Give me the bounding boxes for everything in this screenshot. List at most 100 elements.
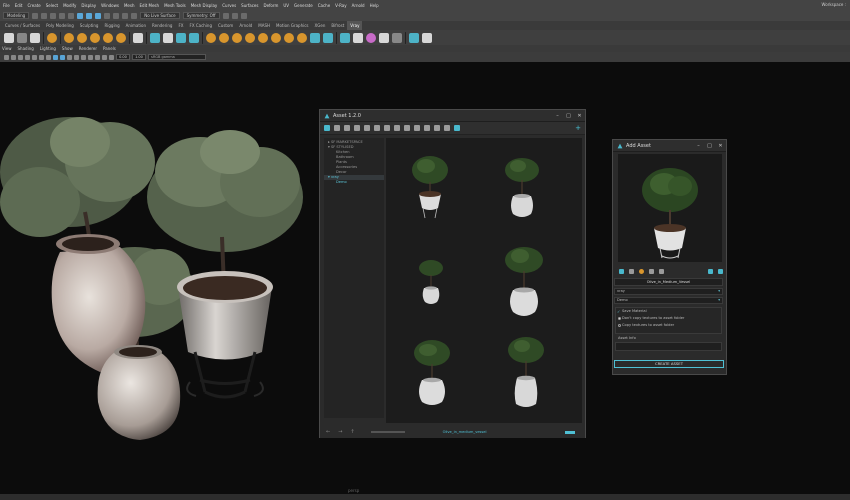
capture-icon[interactable] (619, 268, 624, 274)
save-scene-icon[interactable] (50, 12, 57, 19)
plugin-icon[interactable] (310, 32, 320, 43)
ipr-render-icon[interactable] (231, 12, 238, 19)
menu-windows[interactable]: Windows (101, 3, 119, 8)
fur-icon[interactable] (206, 32, 216, 43)
live-surface-field[interactable]: No Live Surface (140, 12, 180, 19)
layer-icon[interactable] (340, 32, 350, 43)
create-asset-button[interactable]: CREATE ASSET (614, 360, 724, 368)
menu-vray[interactable]: V-Ray (335, 3, 346, 8)
add-asset-plus-icon[interactable]: + (575, 125, 581, 132)
monitor-icon[interactable] (718, 268, 723, 274)
menu-deform[interactable]: Deform (263, 3, 278, 8)
filter-icon[interactable] (444, 125, 450, 131)
menu-generate[interactable]: Generate (294, 3, 313, 8)
menu-mesh-display[interactable]: Mesh Display (191, 3, 218, 8)
camera-icon[interactable] (649, 268, 654, 274)
asset-thumbnail[interactable] (505, 247, 543, 316)
light-icon[interactable] (424, 125, 430, 131)
maximize-button[interactable]: □ (563, 113, 574, 119)
menu-select[interactable]: Select (46, 3, 58, 8)
asset-thumbnail[interactable] (412, 156, 448, 219)
menu-edit-mesh[interactable]: Edit Mesh (140, 3, 160, 8)
cube-icon[interactable] (394, 125, 400, 131)
material-icon[interactable] (189, 32, 199, 43)
color-management-dropdown[interactable]: sRGB gamma (148, 54, 206, 60)
menu-surfaces[interactable]: Surfaces (241, 3, 258, 8)
dome-light-icon[interactable] (64, 32, 74, 43)
panel-menu-show[interactable]: Show (62, 46, 73, 51)
render-icon[interactable] (222, 12, 229, 19)
shelf-tab[interactable]: Rigging (101, 21, 122, 30)
panel-menu-lighting[interactable]: Lighting (40, 46, 56, 51)
snap-curve-icon[interactable] (113, 12, 120, 19)
shelf-tab[interactable]: Animation (123, 21, 149, 30)
redo-icon[interactable] (68, 12, 75, 19)
shelf-tab[interactable]: XGen (312, 21, 329, 30)
decal-icon[interactable] (232, 32, 242, 43)
path-field[interactable] (370, 431, 405, 433)
rect-light-icon[interactable] (47, 32, 57, 43)
menu-mesh[interactable]: Mesh (124, 3, 135, 8)
sphere-icon[interactable] (374, 125, 380, 131)
shelf-tab[interactable]: Arnold (236, 21, 255, 30)
select-by-hierarchy-icon[interactable] (77, 12, 84, 19)
vantage-icon[interactable] (422, 32, 432, 43)
workspace-label[interactable]: Workspace : (822, 2, 846, 7)
minimize-button[interactable]: – (552, 113, 563, 119)
close-button[interactable]: ✕ (715, 143, 726, 149)
shelf-tab[interactable]: Rendering (149, 21, 175, 30)
bookmark-icon[interactable] (18, 54, 23, 60)
tools-icon[interactable] (454, 125, 460, 131)
snap-view-icon[interactable] (131, 12, 138, 19)
asset-thumbnail[interactable] (414, 340, 450, 405)
render-preview-icon[interactable] (639, 268, 644, 274)
mesh-light-icon[interactable] (90, 32, 100, 43)
folder-icon[interactable] (334, 125, 340, 131)
wireframe-icon[interactable] (53, 54, 58, 60)
image-icon[interactable] (629, 268, 634, 274)
menu-create[interactable]: Create (27, 3, 40, 8)
material-library-icon[interactable] (379, 32, 389, 43)
category-dropdown[interactable]: Demo ▾ (614, 297, 723, 304)
grid-view-icon[interactable] (364, 125, 370, 131)
lights-icon[interactable] (74, 54, 79, 60)
back-arrow-icon[interactable]: ← (326, 429, 330, 435)
shelf-tab[interactable]: Poly Modeling (43, 21, 77, 30)
save-material-checkbox[interactable]: ✓ Save Material (616, 308, 721, 315)
forward-arrow-icon[interactable]: → (338, 429, 342, 435)
panel-menu-view[interactable]: View (2, 46, 12, 51)
undo-icon[interactable] (59, 12, 66, 19)
snap-point-icon[interactable] (122, 12, 129, 19)
color-wheel-icon[interactable] (366, 32, 376, 43)
dont-copy-textures-radio[interactable]: Don't copy textures to asset folder (616, 315, 721, 322)
sphere-light-icon[interactable] (77, 32, 87, 43)
shelf-tab[interactable]: Motion Graphics (273, 21, 312, 30)
ambient-occlusion-icon[interactable] (88, 54, 93, 60)
sky-icon[interactable] (297, 32, 307, 43)
proxy-icon[interactable] (133, 32, 143, 43)
menu-help[interactable]: Help (370, 3, 379, 8)
vray-light-icon[interactable] (17, 32, 27, 43)
minimize-button[interactable]: – (693, 143, 704, 149)
panel-menu-panels[interactable]: Panels (103, 46, 116, 51)
select-by-object-icon[interactable] (86, 12, 93, 19)
menu-modify[interactable]: Modify (63, 3, 76, 8)
asset-info-field[interactable] (615, 342, 722, 351)
smooth-shade-icon[interactable] (60, 54, 65, 60)
environment-fog-icon[interactable] (258, 32, 268, 43)
menu-curves[interactable]: Curves (222, 3, 236, 8)
shelf-tab[interactable]: MASH (255, 21, 273, 30)
xray-icon[interactable] (109, 54, 114, 60)
shelf-tab[interactable]: Curves / Surfaces (2, 21, 43, 30)
thumbnail-size-slider[interactable] (565, 430, 575, 434)
frame-icon[interactable] (708, 268, 713, 274)
snap-grid-icon[interactable] (104, 12, 111, 19)
menu-display[interactable]: Display (81, 3, 96, 8)
open-scene-icon[interactable] (41, 12, 48, 19)
render-settings-icon[interactable] (240, 12, 247, 19)
tree-node-selected[interactable]: Demo (324, 180, 384, 185)
asset-browser-icon[interactable] (323, 32, 333, 43)
shelf-tab-active[interactable]: Vray (347, 21, 363, 30)
shelf-tab[interactable]: Sculpting (77, 21, 102, 30)
asset-thumbnail[interactable] (505, 158, 539, 217)
